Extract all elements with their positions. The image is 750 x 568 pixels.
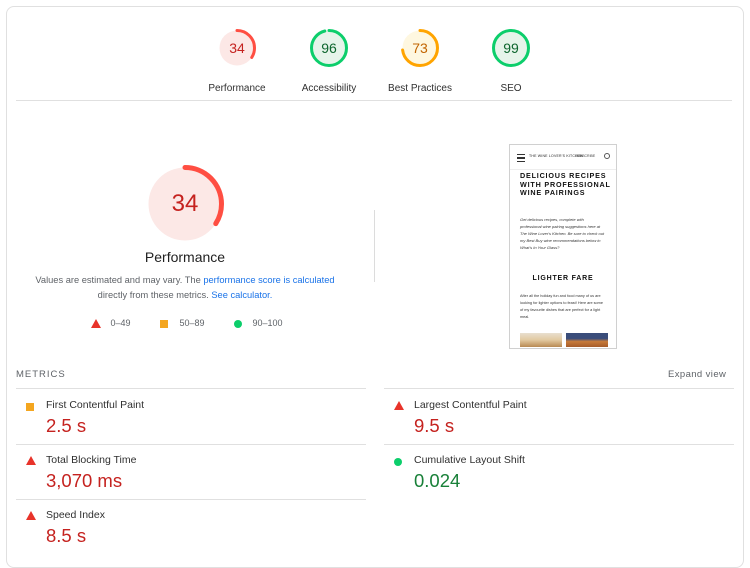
metric-name: First Contentful Paint <box>46 399 145 411</box>
gauge-score: 34 <box>229 40 245 56</box>
gauge-performance[interactable]: 34 Performance <box>187 28 287 94</box>
site-subscribe: SUBSCRIBE <box>575 154 596 158</box>
legend-pass: 90–100 <box>234 318 283 328</box>
vertical-separator <box>374 210 375 282</box>
gauge-label: Best Practices <box>388 83 452 94</box>
gauge-score: 73 <box>412 40 428 56</box>
metric-value: 3,070 ms <box>46 470 123 491</box>
search-icon <box>604 153 610 159</box>
gauge-ring: 73 <box>400 28 440 68</box>
gauge-label: SEO <box>500 83 522 94</box>
performance-gauge-large: 34 <box>145 164 225 244</box>
metric-name: Largest Contentful Paint <box>414 399 527 411</box>
performance-description: Values are estimated and may vary. The p… <box>20 273 350 303</box>
hamburger-menu-icon <box>517 154 525 162</box>
circle-green-icon <box>234 319 242 328</box>
site-headline: DELICIOUS RECIPES WITH PROFESSIONAL WINE… <box>520 171 611 198</box>
desc-text: Values are estimated and may vary. The <box>35 275 204 285</box>
site-section-title: LIGHTER FARE <box>532 275 594 282</box>
food-image <box>520 333 562 347</box>
gauge-best-practices[interactable]: 73 Best Practices <box>370 28 470 94</box>
final-screenshot[interactable]: THE WINE LOVER'S KITCHEN SUBSCRIBE DELIC… <box>509 144 617 349</box>
metric-divider <box>384 444 734 445</box>
gauge-ring: 34 <box>217 28 257 68</box>
performance-score: 34 <box>171 190 199 217</box>
site-header: THE WINE LOVER'S KITCHEN SUBSCRIBE <box>510 145 616 170</box>
food-image <box>566 333 608 347</box>
expand-view-button[interactable]: Expand view <box>668 369 726 380</box>
metric-value: 0.024 <box>414 470 461 491</box>
triangle-red-icon <box>26 456 36 465</box>
header-divider <box>16 100 732 101</box>
square-orange-icon <box>26 403 34 411</box>
legend-range: 0–49 <box>110 318 131 328</box>
legend-average: 50–89 <box>160 318 205 328</box>
gauge-ring: 99 <box>491 28 531 68</box>
metric-divider <box>16 444 366 445</box>
desc-text: directly from these metrics. <box>97 290 212 300</box>
triangle-red-icon <box>26 511 36 520</box>
score-calculated-link[interactable]: performance score is calculated <box>203 275 334 285</box>
site-intro: Get delicious recipes, complete with pro… <box>520 217 605 250</box>
metric-divider <box>384 388 734 389</box>
metric-divider <box>16 499 366 500</box>
triangle-red-icon <box>394 401 404 410</box>
gauge-score: 96 <box>321 40 337 56</box>
metric-value: 8.5 s <box>46 525 87 546</box>
see-calculator-link[interactable]: See calculator. <box>211 290 272 300</box>
metric-value: 9.5 s <box>414 415 455 436</box>
metric-name: Total Blocking Time <box>46 454 137 466</box>
legend-range: 90–100 <box>252 318 283 328</box>
legend-range: 50–89 <box>179 318 205 328</box>
metric-value: 2.5 s <box>46 415 87 436</box>
legend-fail: 0–49 <box>91 318 131 329</box>
performance-title: Performance <box>144 249 226 265</box>
gauge-ring: 96 <box>309 28 349 68</box>
metric-divider <box>16 388 366 389</box>
metric-name: Cumulative Layout Shift <box>414 454 525 466</box>
gauge-accessibility[interactable]: 96 Accessibility <box>279 28 379 94</box>
square-orange-icon <box>160 319 168 328</box>
gauge-label: Performance <box>208 83 266 94</box>
metrics-heading: METRICS <box>16 369 66 380</box>
site-section-body: After all the holiday fun and food many … <box>520 294 603 319</box>
gauge-seo[interactable]: 99 SEO <box>461 28 561 94</box>
circle-green-icon <box>394 458 402 466</box>
metric-name: Speed Index <box>46 509 105 521</box>
gauge-label: Accessibility <box>301 83 357 94</box>
triangle-red-icon <box>91 319 101 329</box>
gauge-score: 99 <box>503 40 519 56</box>
